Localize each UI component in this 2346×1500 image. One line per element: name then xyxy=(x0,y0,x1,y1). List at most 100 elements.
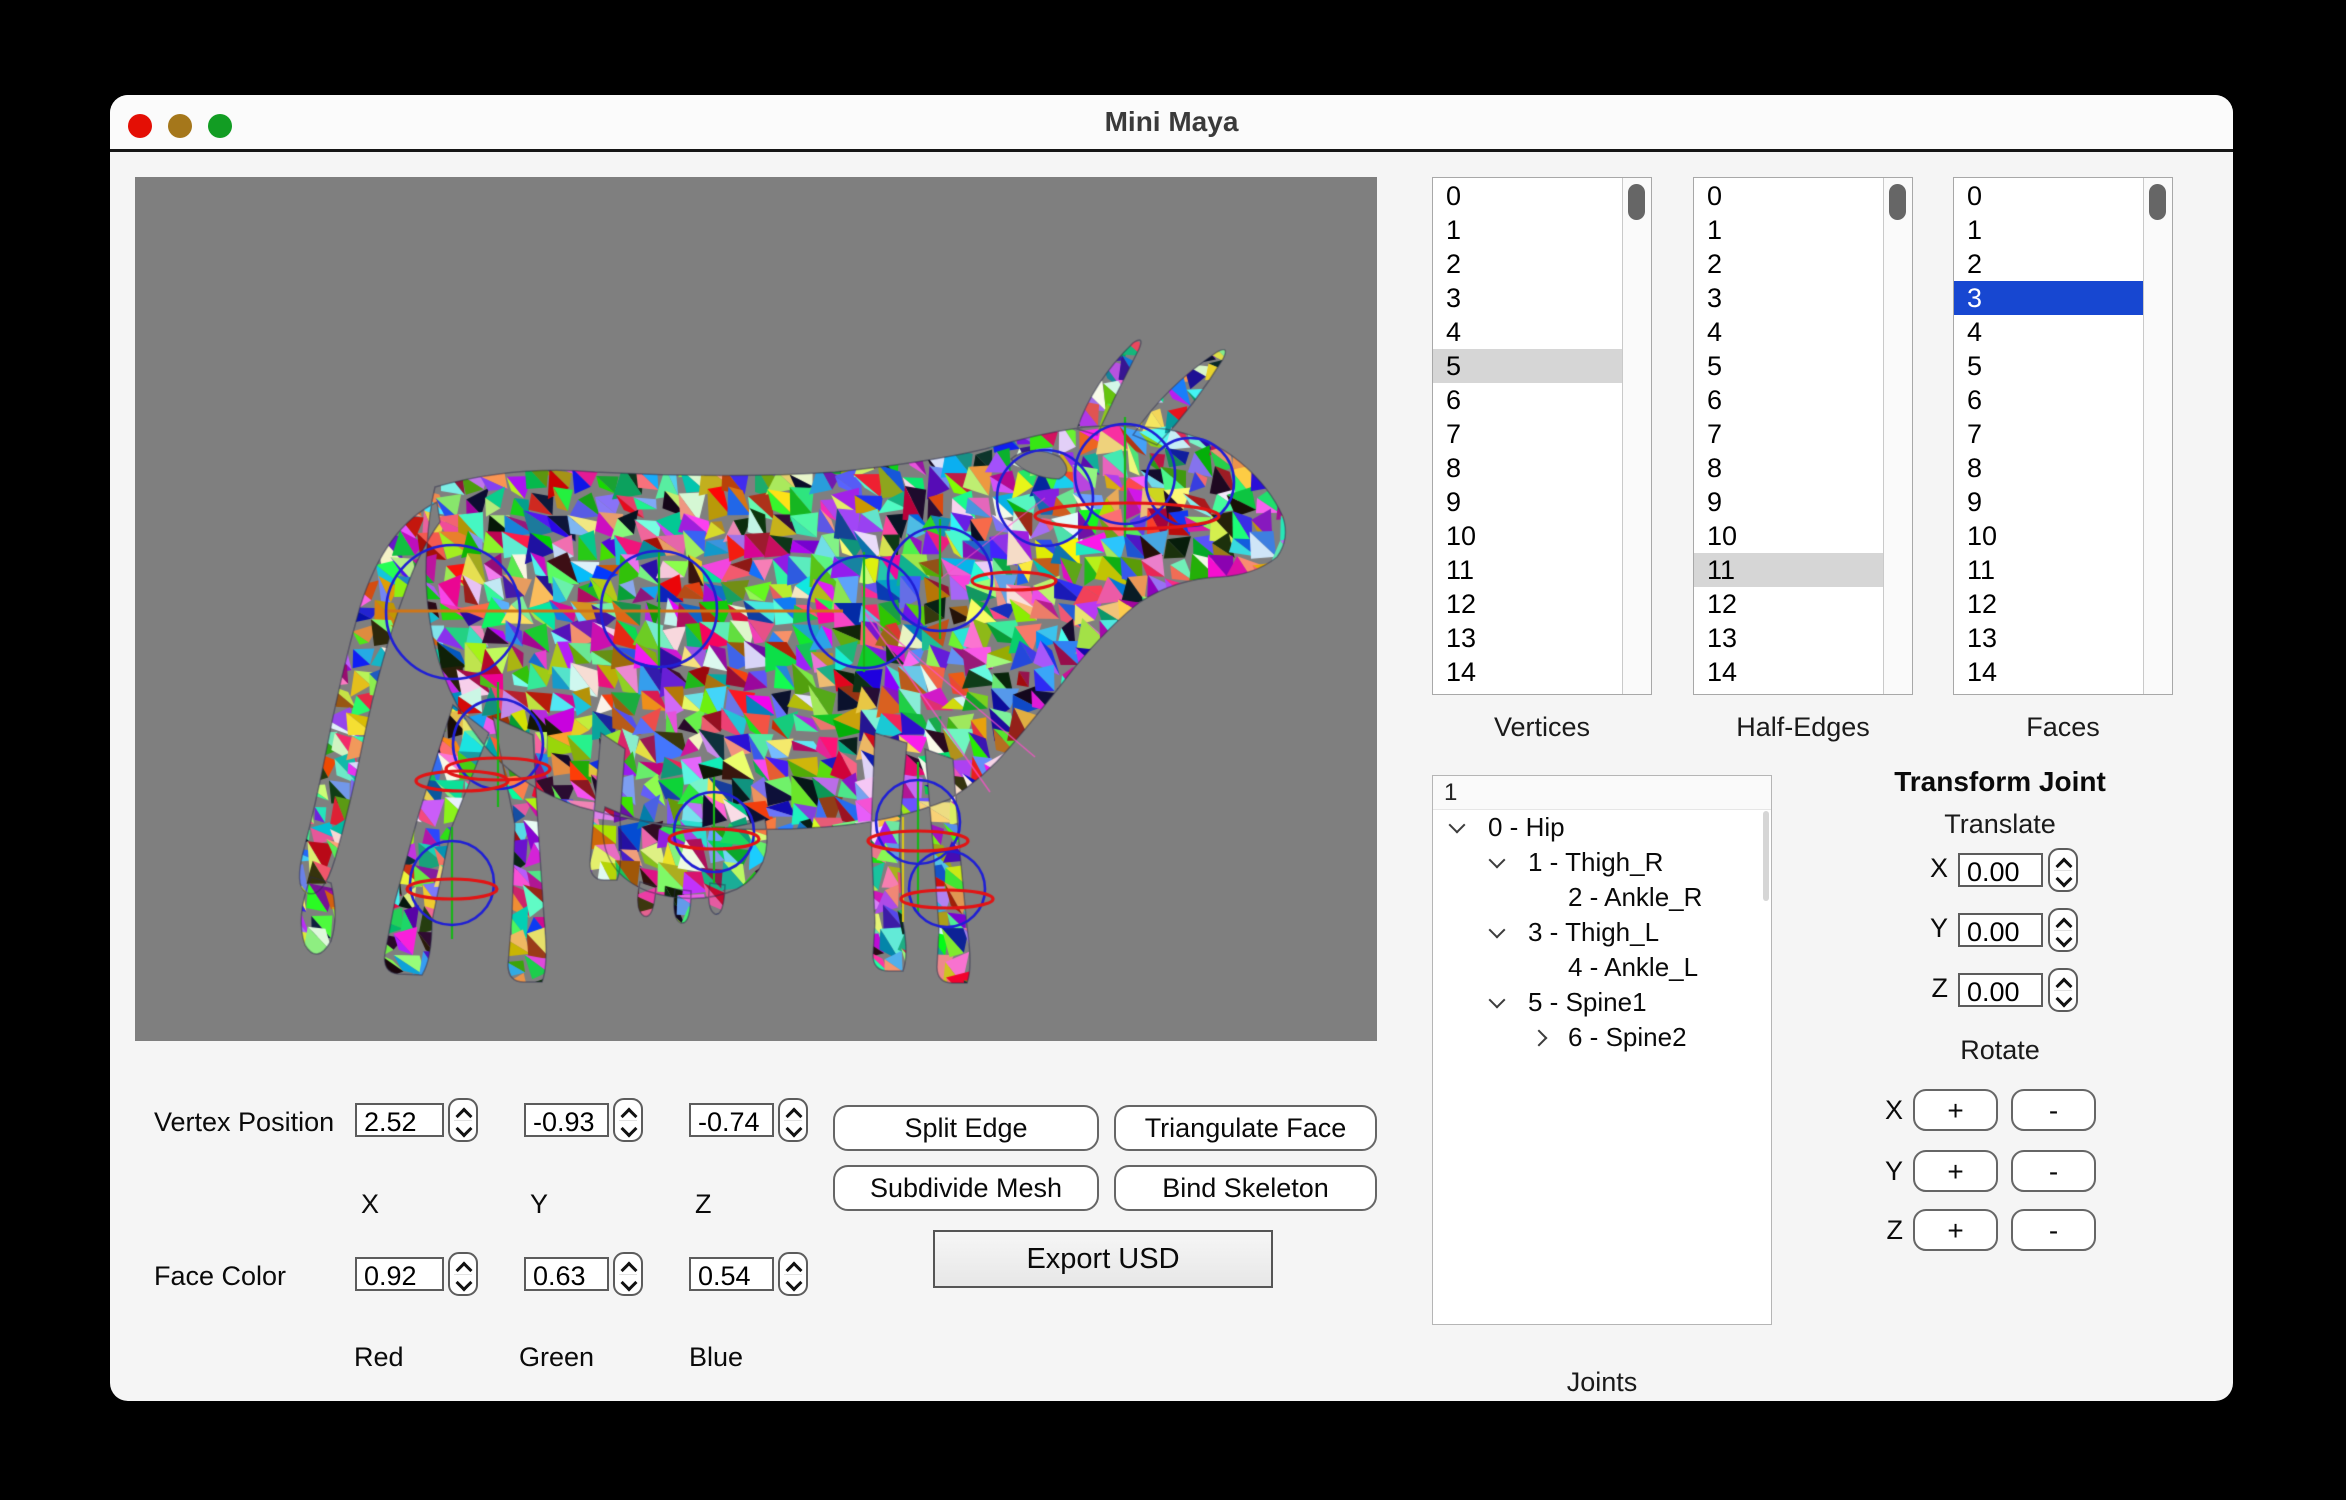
tree-item[interactable]: 6 - Spine2 xyxy=(1433,1020,1771,1055)
joints-tree[interactable]: 1 0 - Hip1 - Thigh_R2 - Ankle_R3 - Thigh… xyxy=(1432,775,1772,1325)
vertex-z-field[interactable]: -0.74 xyxy=(689,1103,774,1137)
chevron-down-icon[interactable] xyxy=(1489,922,1506,939)
list-item[interactable]: 9 xyxy=(1433,485,1623,519)
translate-y-field[interactable]: 0.00 xyxy=(1958,913,2043,947)
list-item[interactable]: 8 xyxy=(1694,451,1884,485)
tree-item[interactable]: 4 - Ankle_L xyxy=(1433,950,1771,985)
list-item[interactable]: 5 xyxy=(1433,349,1623,383)
list-item[interactable]: 4 xyxy=(1954,315,2144,349)
tree-item[interactable]: 3 - Thigh_L xyxy=(1433,915,1771,950)
half-edges-list[interactable]: 0123456789101112131415 xyxy=(1693,177,1913,695)
list-item[interactable]: 7 xyxy=(1954,417,2144,451)
stepper-down-icon[interactable] xyxy=(786,1121,803,1138)
list-item[interactable]: 3 xyxy=(1433,281,1623,315)
list-item[interactable]: 1 xyxy=(1954,213,2144,247)
list-item[interactable]: 10 xyxy=(1954,519,2144,553)
list-item[interactable]: 11 xyxy=(1694,553,1884,587)
vertex-x-field[interactable]: 2.52 xyxy=(355,1103,444,1137)
list-item[interactable]: 15 xyxy=(1433,689,1623,694)
list-item[interactable]: 13 xyxy=(1433,621,1623,655)
scrollbar-thumb[interactable] xyxy=(2149,184,2166,220)
face-blue-stepper[interactable] xyxy=(778,1252,808,1296)
list-item[interactable]: 14 xyxy=(1694,655,1884,689)
list-item[interactable]: 3 xyxy=(1694,281,1884,315)
split-edge-button[interactable]: Split Edge xyxy=(833,1105,1099,1151)
list-item[interactable]: 12 xyxy=(1954,587,2144,621)
list-item[interactable]: 5 xyxy=(1694,349,1884,383)
list-item[interactable]: 6 xyxy=(1433,383,1623,417)
vertices-scrollbar[interactable] xyxy=(1622,178,1651,694)
list-item[interactable]: 4 xyxy=(1433,315,1623,349)
bind-skeleton-button[interactable]: Bind Skeleton xyxy=(1114,1165,1377,1211)
list-item[interactable]: 9 xyxy=(1954,485,2144,519)
chevron-right-icon[interactable] xyxy=(1531,1030,1548,1047)
stepper-down-icon[interactable] xyxy=(2056,931,2073,948)
list-item[interactable]: 8 xyxy=(1954,451,2144,485)
translate-y-stepper[interactable] xyxy=(2048,908,2078,952)
translate-x-field[interactable]: 0.00 xyxy=(1958,853,2043,887)
rotate-x-minus-button[interactable]: - xyxy=(2011,1089,2096,1131)
list-item[interactable]: 15 xyxy=(1694,689,1884,694)
face-green-field[interactable]: 0.63 xyxy=(524,1257,609,1291)
rotate-y-minus-button[interactable]: - xyxy=(2011,1150,2096,1192)
list-item[interactable]: 13 xyxy=(1954,621,2144,655)
tree-item[interactable]: 2 - Ankle_R xyxy=(1433,880,1771,915)
list-item[interactable]: 0 xyxy=(1954,179,2144,213)
list-item[interactable]: 7 xyxy=(1694,417,1884,451)
face-red-stepper[interactable] xyxy=(448,1252,478,1296)
list-item[interactable]: 15 xyxy=(1954,689,2144,694)
subdivide-mesh-button[interactable]: Subdivide Mesh xyxy=(833,1165,1099,1211)
stepper-down-icon[interactable] xyxy=(621,1121,638,1138)
scrollbar-thumb[interactable] xyxy=(1628,184,1645,220)
list-item[interactable]: 10 xyxy=(1433,519,1623,553)
rotate-z-plus-button[interactable]: + xyxy=(1913,1209,1998,1251)
tree-scrollbar[interactable] xyxy=(1763,811,1769,901)
list-item[interactable]: 1 xyxy=(1694,213,1884,247)
list-item[interactable]: 10 xyxy=(1694,519,1884,553)
tree-item[interactable]: 0 - Hip xyxy=(1433,810,1771,845)
list-item[interactable]: 12 xyxy=(1694,587,1884,621)
face-blue-field[interactable]: 0.54 xyxy=(689,1257,774,1291)
chevron-down-icon[interactable] xyxy=(1449,817,1466,834)
translate-z-stepper[interactable] xyxy=(2048,968,2078,1012)
stepper-down-icon[interactable] xyxy=(456,1121,473,1138)
list-item[interactable]: 14 xyxy=(1433,655,1623,689)
half-edges-scrollbar[interactable] xyxy=(1883,178,1912,694)
rotate-z-minus-button[interactable]: - xyxy=(2011,1209,2096,1251)
chevron-down-icon[interactable] xyxy=(1489,852,1506,869)
list-item[interactable]: 8 xyxy=(1433,451,1623,485)
stepper-down-icon[interactable] xyxy=(786,1275,803,1292)
viewport-3d[interactable] xyxy=(135,177,1377,1041)
rotate-y-plus-button[interactable]: + xyxy=(1913,1150,1998,1192)
vertex-z-stepper[interactable] xyxy=(778,1098,808,1142)
list-item[interactable]: 4 xyxy=(1694,315,1884,349)
stepper-down-icon[interactable] xyxy=(456,1275,473,1292)
export-usd-button[interactable]: Export USD xyxy=(933,1230,1273,1288)
faces-list[interactable]: 0123456789101112131415 xyxy=(1953,177,2173,695)
face-red-field[interactable]: 0.92 xyxy=(355,1257,444,1291)
list-item[interactable]: 1 xyxy=(1433,213,1623,247)
tree-item[interactable]: 5 - Spine1 xyxy=(1433,985,1771,1020)
scrollbar-thumb[interactable] xyxy=(1889,184,1906,220)
list-item[interactable]: 3 xyxy=(1954,281,2144,315)
stepper-down-icon[interactable] xyxy=(621,1275,638,1292)
list-item[interactable]: 7 xyxy=(1433,417,1623,451)
stepper-down-icon[interactable] xyxy=(2056,991,2073,1008)
list-item[interactable]: 0 xyxy=(1694,179,1884,213)
triangulate-face-button[interactable]: Triangulate Face xyxy=(1114,1105,1377,1151)
list-item[interactable]: 2 xyxy=(1694,247,1884,281)
tree-item[interactable]: 1 - Thigh_R xyxy=(1433,845,1771,880)
faces-scrollbar[interactable] xyxy=(2143,178,2172,694)
vertices-list[interactable]: 0123456789101112131415 xyxy=(1432,177,1652,695)
list-item[interactable]: 12 xyxy=(1433,587,1623,621)
vertex-y-field[interactable]: -0.93 xyxy=(524,1103,609,1137)
vertex-y-stepper[interactable] xyxy=(613,1098,643,1142)
list-item[interactable]: 9 xyxy=(1694,485,1884,519)
list-item[interactable]: 6 xyxy=(1694,383,1884,417)
list-item[interactable]: 2 xyxy=(1954,247,2144,281)
list-item[interactable]: 0 xyxy=(1433,179,1623,213)
vertex-x-stepper[interactable] xyxy=(448,1098,478,1142)
translate-x-stepper[interactable] xyxy=(2048,848,2078,892)
rotate-x-plus-button[interactable]: + xyxy=(1913,1089,1998,1131)
chevron-down-icon[interactable] xyxy=(1489,992,1506,1009)
